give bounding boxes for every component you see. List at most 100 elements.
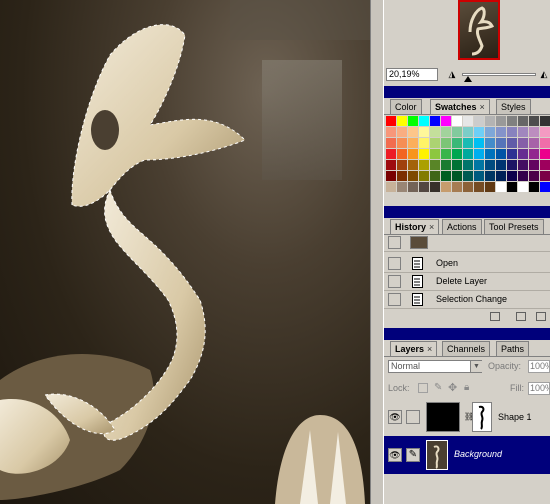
- swatch[interactable]: [540, 182, 550, 192]
- swatch[interactable]: [529, 138, 539, 148]
- swatch[interactable]: [386, 160, 396, 170]
- tab-actions[interactable]: Actions: [442, 219, 482, 234]
- swatch[interactable]: [463, 160, 473, 170]
- swatch[interactable]: [463, 171, 473, 181]
- swatch[interactable]: [386, 182, 396, 192]
- layer-row-background[interactable]: 👁︎ ✎ Background: [384, 436, 550, 474]
- history-item[interactable]: Open: [384, 255, 550, 273]
- swatch[interactable]: [529, 127, 539, 137]
- swatch[interactable]: [430, 116, 440, 126]
- swatch[interactable]: [441, 138, 451, 148]
- swatch[interactable]: [496, 182, 506, 192]
- navigator-thumbnail[interactable]: [458, 0, 500, 60]
- swatch[interactable]: [386, 127, 396, 137]
- zoom-slider-thumb[interactable]: [464, 76, 472, 82]
- eye-icon[interactable]: 👁︎: [388, 410, 402, 424]
- paintbrush-icon[interactable]: ✎: [406, 448, 420, 462]
- tab-history[interactable]: History ×: [390, 219, 440, 234]
- swatch[interactable]: [386, 149, 396, 159]
- swatch[interactable]: [496, 138, 506, 148]
- layer-row-shape-1[interactable]: 👁︎ ⛓︎ Shape 1: [384, 398, 550, 436]
- swatch[interactable]: [452, 182, 462, 192]
- swatch[interactable]: [441, 182, 451, 192]
- swatch[interactable]: [496, 127, 506, 137]
- swatch[interactable]: [408, 116, 418, 126]
- swatch[interactable]: [474, 127, 484, 137]
- swatch[interactable]: [485, 160, 495, 170]
- swatch[interactable]: [430, 160, 440, 170]
- swatch[interactable]: [474, 171, 484, 181]
- zoom-input[interactable]: 20,19%: [386, 68, 438, 81]
- swatch[interactable]: [474, 182, 484, 192]
- swatch[interactable]: [408, 149, 418, 159]
- history-state-box[interactable]: [388, 236, 401, 249]
- swatch[interactable]: [496, 116, 506, 126]
- swatch[interactable]: [452, 171, 462, 181]
- swatch[interactable]: [419, 138, 429, 148]
- swatch[interactable]: [540, 116, 550, 126]
- swatch[interactable]: [507, 149, 517, 159]
- swatch[interactable]: [518, 127, 528, 137]
- trash-icon[interactable]: [536, 312, 546, 321]
- swatch[interactable]: [430, 149, 440, 159]
- swatch[interactable]: [507, 160, 517, 170]
- swatch[interactable]: [518, 160, 528, 170]
- swatch[interactable]: [474, 160, 484, 170]
- swatch[interactable]: [463, 116, 473, 126]
- swatch[interactable]: [529, 149, 539, 159]
- swatch[interactable]: [419, 160, 429, 170]
- tab-layers[interactable]: Layers ×: [390, 341, 438, 356]
- swatch[interactable]: [441, 171, 451, 181]
- new-snapshot-icon[interactable]: [516, 312, 526, 321]
- swatch[interactable]: [441, 149, 451, 159]
- swatch[interactable]: [397, 182, 407, 192]
- swatch[interactable]: [397, 127, 407, 137]
- swatch[interactable]: [507, 182, 517, 192]
- tab-color[interactable]: Color: [390, 99, 422, 114]
- swatch[interactable]: [419, 182, 429, 192]
- zoom-out-icon[interactable]: ◮: [446, 68, 458, 81]
- swatch[interactable]: [474, 116, 484, 126]
- swatch[interactable]: [397, 160, 407, 170]
- swatch[interactable]: [430, 171, 440, 181]
- swatch[interactable]: [485, 149, 495, 159]
- swatch[interactable]: [408, 138, 418, 148]
- swatch[interactable]: [474, 149, 484, 159]
- swatch[interactable]: [452, 160, 462, 170]
- blend-mode-select[interactable]: Normal: [388, 360, 482, 373]
- swatch[interactable]: [507, 127, 517, 137]
- swatch[interactable]: [463, 149, 473, 159]
- history-state-box[interactable]: [388, 293, 401, 306]
- eye-icon[interactable]: 👁︎: [388, 448, 402, 462]
- history-snapshot[interactable]: [384, 235, 550, 252]
- swatch[interactable]: [430, 138, 440, 148]
- swatch[interactable]: [485, 182, 495, 192]
- zoom-in-icon[interactable]: ◭: [538, 68, 550, 81]
- swatch[interactable]: [397, 116, 407, 126]
- tab-swatches[interactable]: Swatches ×: [430, 99, 490, 114]
- swatch[interactable]: [529, 116, 539, 126]
- tab-paths[interactable]: Paths: [496, 341, 530, 356]
- history-state-box[interactable]: [388, 275, 401, 288]
- swatch[interactable]: [485, 171, 495, 181]
- swatch[interactable]: [485, 116, 495, 126]
- lock-transparency-icon[interactable]: [418, 383, 428, 393]
- swatch[interactable]: [386, 116, 396, 126]
- swatch[interactable]: [408, 127, 418, 137]
- zoom-slider[interactable]: [462, 73, 536, 76]
- swatch[interactable]: [452, 149, 462, 159]
- swatch[interactable]: [430, 182, 440, 192]
- swatch[interactable]: [408, 160, 418, 170]
- swatch[interactable]: [463, 138, 473, 148]
- history-item[interactable]: Delete Layer: [384, 273, 550, 291]
- swatch[interactable]: [452, 138, 462, 148]
- swatch[interactable]: [518, 138, 528, 148]
- swatch[interactable]: [419, 171, 429, 181]
- swatch[interactable]: [441, 127, 451, 137]
- swatch[interactable]: [529, 171, 539, 181]
- create-document-icon[interactable]: [490, 312, 500, 321]
- swatch[interactable]: [496, 171, 506, 181]
- lock-position-icon[interactable]: ✥: [448, 381, 457, 394]
- swatch[interactable]: [529, 160, 539, 170]
- history-state-box[interactable]: [388, 257, 401, 270]
